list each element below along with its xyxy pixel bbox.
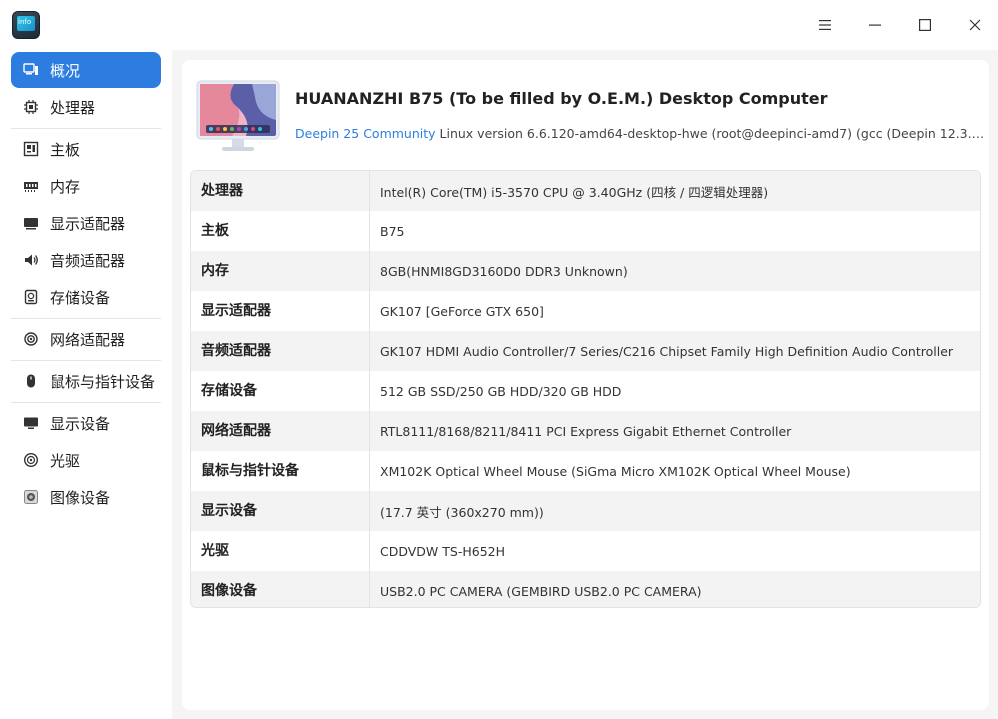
sidebar-item-label: 内存 xyxy=(50,177,81,196)
network-icon xyxy=(22,330,40,348)
sidebar-item-label: 网络适配器 xyxy=(50,330,126,349)
sidebar-item-label: 鼠标与指针设备 xyxy=(50,372,156,391)
table-row[interactable]: 内存 8GB(HNMI8GD3160D0 DDR3 Unknown) xyxy=(191,251,980,291)
sidebar-item-label: 光驱 xyxy=(50,451,81,470)
menu-button[interactable] xyxy=(810,10,840,40)
row-key: 显示设备 xyxy=(191,491,370,531)
table-row[interactable]: 光驱 CDDVDW TS-H652H xyxy=(191,531,980,571)
row-value: (17.7 英寸 (360x270 mm)) xyxy=(380,504,544,520)
app-icon-label: info xyxy=(18,18,32,26)
row-key: 主板 xyxy=(191,211,370,251)
table-row[interactable]: 主板 B75 xyxy=(191,211,980,251)
sidebar-item-storage[interactable]: 存储设备 xyxy=(11,279,161,315)
sidebar-item-label: 显示设备 xyxy=(50,414,111,433)
camera-icon xyxy=(22,488,40,506)
monitor-icon xyxy=(22,414,40,432)
sidebar-divider xyxy=(11,402,161,403)
kernel-version: Linux version 6.6.120-amd64-desktop-hwe … xyxy=(439,126,985,141)
row-value: Intel(R) Core(TM) i5-3570 CPU @ 3.40GHz … xyxy=(380,184,769,200)
overview-panel: HUANANZHI B75 (To be filled by O.E.M.) D… xyxy=(182,60,989,710)
sidebar-item-label: 主板 xyxy=(50,140,81,159)
close-button[interactable] xyxy=(960,10,990,40)
sidebar-divider xyxy=(11,318,161,319)
sidebar-divider xyxy=(11,360,161,361)
minimize-button[interactable] xyxy=(860,10,890,40)
motherboard-icon xyxy=(22,140,40,158)
os-version-link[interactable]: Deepin 25 Community xyxy=(295,126,436,141)
device-manager-window: info 概况 处理器 主板 内存 显示适配器 音频适配器 存储设备 网络适配器… xyxy=(0,0,998,719)
sidebar-item-mouse[interactable]: 鼠标与指针设备 xyxy=(11,363,161,399)
os-kernel-info: Deepin 25 Community Linux version 6.6.12… xyxy=(295,126,985,141)
row-key: 处理器 xyxy=(191,171,370,211)
sidebar-item-optical-drive[interactable]: 光驱 xyxy=(11,442,161,478)
table-row[interactable]: 音频适配器 GK107 HDMI Audio Controller/7 Seri… xyxy=(191,331,980,371)
row-key: 图像设备 xyxy=(191,571,370,607)
table-row[interactable]: 显示设备 (17.7 英寸 (360x270 mm)) xyxy=(191,491,980,531)
maximize-icon xyxy=(919,19,932,32)
maximize-button[interactable] xyxy=(910,10,940,40)
storage-icon xyxy=(22,288,40,306)
sidebar-item-label: 图像设备 xyxy=(50,488,111,507)
speaker-icon xyxy=(22,251,40,269)
row-key: 鼠标与指针设备 xyxy=(191,451,370,491)
row-key: 存储设备 xyxy=(191,371,370,411)
table-row[interactable]: 显示适配器 GK107 [GeForce GTX 650] xyxy=(191,291,980,331)
sidebar-item-label: 音频适配器 xyxy=(50,251,126,270)
table-row[interactable]: 图像设备 USB2.0 PC CAMERA (GEMBIRD USB2.0 PC… xyxy=(191,571,980,607)
sidebar-item-label: 存储设备 xyxy=(50,288,111,307)
row-value: GK107 [GeForce GTX 650] xyxy=(380,303,544,319)
table-row[interactable]: 存储设备 512 GB SSD/250 GB HDD/320 GB HDD xyxy=(191,371,980,411)
sidebar-item-audio-adapter[interactable]: 音频适配器 xyxy=(11,242,161,278)
minimize-icon xyxy=(869,24,881,26)
optical-drive-icon xyxy=(22,451,40,469)
computer-monitor-icon xyxy=(196,80,280,151)
computer-name: HUANANZHI B75 (To be filled by O.E.M.) D… xyxy=(295,89,828,108)
row-value: USB2.0 PC CAMERA (GEMBIRD USB2.0 PC CAME… xyxy=(380,583,702,599)
row-key: 光驱 xyxy=(191,531,370,571)
sidebar-item-cpu[interactable]: 处理器 xyxy=(11,89,161,125)
sidebar-item-network[interactable]: 网络适配器 xyxy=(11,321,161,357)
row-value: 512 GB SSD/250 GB HDD/320 GB HDD xyxy=(380,383,622,399)
sidebar: 概况 处理器 主板 内存 显示适配器 音频适配器 存储设备 网络适配器 鼠标与指… xyxy=(0,50,172,719)
sidebar-item-overview[interactable]: 概况 xyxy=(11,52,161,88)
row-key: 音频适配器 xyxy=(191,331,370,371)
row-value: B75 xyxy=(380,223,405,239)
overview-table: 处理器 Intel(R) Core(TM) i5-3570 CPU @ 3.40… xyxy=(190,170,981,608)
table-row[interactable]: 处理器 Intel(R) Core(TM) i5-3570 CPU @ 3.40… xyxy=(191,171,980,211)
row-value: RTL8111/8168/8211/8411 PCI Express Gigab… xyxy=(380,423,792,439)
cpu-icon xyxy=(22,98,40,116)
row-key: 网络适配器 xyxy=(191,411,370,451)
hamburger-icon xyxy=(819,20,831,30)
sidebar-item-label: 概况 xyxy=(50,61,81,80)
table-row[interactable]: 鼠标与指针设备 XM102K Optical Wheel Mouse (SiGm… xyxy=(191,451,980,491)
row-value: 8GB(HNMI8GD3160D0 DDR3 Unknown) xyxy=(380,263,628,279)
sidebar-item-display-adapter[interactable]: 显示适配器 xyxy=(11,205,161,241)
overview-icon xyxy=(22,61,40,79)
app-info-icon: info xyxy=(12,11,40,39)
sidebar-item-label: 处理器 xyxy=(50,98,96,117)
sidebar-item-memory[interactable]: 内存 xyxy=(11,168,161,204)
sidebar-item-camera[interactable]: 图像设备 xyxy=(11,479,161,515)
table-row[interactable]: 网络适配器 RTL8111/8168/8211/8411 PCI Express… xyxy=(191,411,980,451)
sidebar-item-label: 显示适配器 xyxy=(50,214,126,233)
row-value: XM102K Optical Wheel Mouse (SiGma Micro … xyxy=(380,463,851,479)
sidebar-item-motherboard[interactable]: 主板 xyxy=(11,131,161,167)
memory-icon xyxy=(22,177,40,195)
row-key: 内存 xyxy=(191,251,370,291)
row-value: CDDVDW TS-H652H xyxy=(380,543,506,559)
row-value: GK107 HDMI Audio Controller/7 Series/C21… xyxy=(380,343,954,359)
close-icon xyxy=(969,19,981,31)
sidebar-item-monitor[interactable]: 显示设备 xyxy=(11,405,161,441)
sidebar-divider xyxy=(11,128,161,129)
mouse-icon xyxy=(22,372,40,390)
display-adapter-icon xyxy=(22,214,40,232)
row-key: 显示适配器 xyxy=(191,291,370,331)
title-bar: info xyxy=(0,0,998,50)
